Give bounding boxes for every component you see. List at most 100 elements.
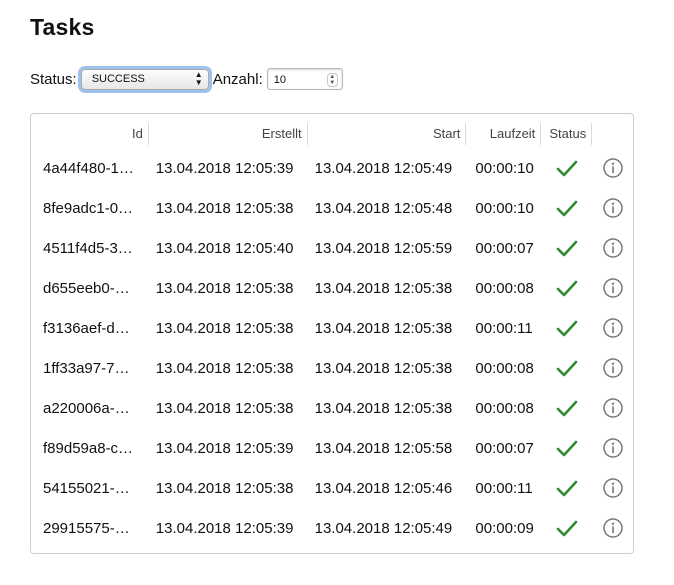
info-cell xyxy=(592,188,633,228)
info-cell xyxy=(592,228,633,268)
page-title: Tasks xyxy=(30,14,95,40)
table-row[interactable]: 29915575-… 13.04.2018 12:05:39 13.04.2018 … xyxy=(31,508,633,548)
created-cell: 13.04.2018 12:05:38 xyxy=(155,479,294,497)
info-cell xyxy=(592,428,633,468)
check-icon xyxy=(556,200,578,217)
start-cell: 13.04.2018 12:05:58 xyxy=(314,439,453,457)
info-icon[interactable] xyxy=(602,517,624,539)
created-cell: 13.04.2018 12:05:38 xyxy=(155,399,294,417)
task-id-cell: f3136aef-d… xyxy=(43,319,130,337)
check-icon xyxy=(556,480,578,497)
created-cell: 13.04.2018 12:05:38 xyxy=(155,199,294,217)
status-cell xyxy=(541,468,592,508)
column-header-id[interactable]: Id xyxy=(31,120,149,148)
created-cell: 13.04.2018 12:05:40 xyxy=(155,239,294,257)
count-input[interactable]: 10 ▲ ▼ xyxy=(266,68,343,90)
duration-cell: 00:00:10 xyxy=(475,159,534,177)
duration-cell: 00:00:10 xyxy=(475,199,534,217)
column-header-status[interactable]: Status xyxy=(541,120,593,148)
column-header-start[interactable]: Start xyxy=(308,120,467,148)
column-header-duration[interactable]: Laufzeit xyxy=(466,120,542,148)
check-icon xyxy=(556,360,578,377)
info-icon[interactable] xyxy=(602,437,624,459)
info-cell xyxy=(592,388,633,428)
info-cell xyxy=(592,508,633,548)
start-cell: 13.04.2018 12:05:49 xyxy=(314,519,453,537)
created-cell: 13.04.2018 12:05:39 xyxy=(155,439,294,457)
duration-cell: 00:00:08 xyxy=(475,399,534,417)
status-cell xyxy=(541,388,592,428)
info-cell xyxy=(592,468,633,508)
info-icon[interactable] xyxy=(602,397,624,419)
table-row[interactable]: f89d59a8-c… 13.04.2018 12:05:39 13.04.2018… xyxy=(31,428,633,468)
created-cell: 13.04.2018 12:05:38 xyxy=(155,279,294,297)
info-icon[interactable] xyxy=(602,237,624,259)
info-cell xyxy=(592,148,633,188)
start-cell: 13.04.2018 12:05:49 xyxy=(314,159,453,177)
status-cell xyxy=(541,428,592,468)
duration-cell: 00:00:07 xyxy=(475,239,534,257)
status-cell xyxy=(541,268,592,308)
table-row[interactable]: 54155021-… 13.04.2018 12:05:38 13.04.2018 … xyxy=(31,468,633,508)
stepper-icon[interactable]: ▲ ▼ xyxy=(326,73,338,87)
info-icon[interactable] xyxy=(602,277,624,299)
created-cell: 13.04.2018 12:05:38 xyxy=(155,359,294,377)
created-cell: 13.04.2018 12:05:38 xyxy=(155,319,294,337)
status-select[interactable]: SUCCESS ▲ ▼ xyxy=(80,68,209,90)
info-cell xyxy=(592,348,633,388)
task-id-cell: 29915575-… xyxy=(43,519,130,537)
column-header-created[interactable]: Erstellt xyxy=(149,120,308,148)
duration-cell: 00:00:07 xyxy=(475,439,534,457)
table-row[interactable]: 1ff33a97-7… 13.04.2018 12:05:38 13.04.2018… xyxy=(31,348,633,388)
start-cell: 13.04.2018 12:05:38 xyxy=(314,279,453,297)
start-cell: 13.04.2018 12:05:59 xyxy=(314,239,453,257)
task-id-cell: a220006a-… xyxy=(43,399,130,417)
check-icon xyxy=(556,280,578,297)
info-cell xyxy=(592,308,633,348)
table-row[interactable]: 4a44f480-1… 13.04.2018 12:05:39 13.04.2018… xyxy=(31,148,633,188)
status-cell xyxy=(541,228,592,268)
tasks-page: Tasks Status: SUCCESS ▲▼ Anzahl: 10 ▲▼ xyxy=(0,0,674,585)
tasks-table: Id Erstellt Start Laufzeit Status 4a44f4… xyxy=(31,120,633,548)
filter-bar: Status: SUCCESS ▲ ▼ Anzahl: 10 ▲ ▼ xyxy=(30,66,343,92)
task-id-cell: 54155021-… xyxy=(43,479,130,497)
table-row[interactable]: a220006a-… 13.04.2018 12:05:38 13.04.2018 … xyxy=(31,388,633,428)
info-icon[interactable] xyxy=(602,357,624,379)
select-arrows-icon: ▲ ▼ xyxy=(194,70,203,87)
start-cell: 13.04.2018 12:05:38 xyxy=(314,399,453,417)
table-row[interactable]: d655eeb0-… 13.04.2018 12:05:38 13.04.2018 … xyxy=(31,268,633,308)
start-cell: 13.04.2018 12:05:38 xyxy=(314,319,453,337)
start-cell: 13.04.2018 12:05:46 xyxy=(314,479,453,497)
info-icon[interactable] xyxy=(602,157,624,179)
check-icon xyxy=(556,400,578,417)
status-cell xyxy=(541,348,592,388)
task-id-cell: 1ff33a97-7… xyxy=(43,359,130,377)
status-cell xyxy=(541,188,592,228)
table-row[interactable]: f3136aef-d… 13.04.2018 12:05:38 13.04.2018… xyxy=(31,308,633,348)
count-filter-label: Anzahl: xyxy=(212,70,263,88)
start-cell: 13.04.2018 12:05:38 xyxy=(314,359,453,377)
task-id-cell: f89d59a8-c… xyxy=(43,439,134,457)
task-id-cell: 4511f4d5-3… xyxy=(43,239,133,257)
table-header-row: Id Erstellt Start Laufzeit Status xyxy=(31,120,633,148)
table-row[interactable]: 4511f4d5-3… 13.04.2018 12:05:40 13.04.2018… xyxy=(31,228,633,268)
info-icon[interactable] xyxy=(602,477,624,499)
check-icon xyxy=(556,160,578,177)
task-id-cell: 4a44f480-1… xyxy=(43,159,134,177)
info-icon[interactable] xyxy=(602,197,624,219)
start-cell: 13.04.2018 12:05:48 xyxy=(314,199,453,217)
info-icon[interactable] xyxy=(602,317,624,339)
created-cell: 13.04.2018 12:05:39 xyxy=(155,519,294,537)
check-icon xyxy=(556,320,578,337)
created-cell: 13.04.2018 12:05:39 xyxy=(155,159,294,177)
duration-cell: 00:00:08 xyxy=(475,359,534,377)
table-row[interactable]: 8fe9adc1-0… 13.04.2018 12:05:38 13.04.2018… xyxy=(31,188,633,228)
task-id-cell: d655eeb0-… xyxy=(43,279,130,297)
status-cell xyxy=(541,308,592,348)
duration-cell: 00:00:11 xyxy=(475,479,533,497)
tasks-table-panel: Id Erstellt Start Laufzeit Status 4a44f4… xyxy=(30,113,634,554)
check-icon xyxy=(556,440,578,457)
status-filter-label: Status: xyxy=(30,70,77,88)
status-cell xyxy=(541,508,592,548)
task-id-cell: 8fe9adc1-0… xyxy=(43,199,134,217)
